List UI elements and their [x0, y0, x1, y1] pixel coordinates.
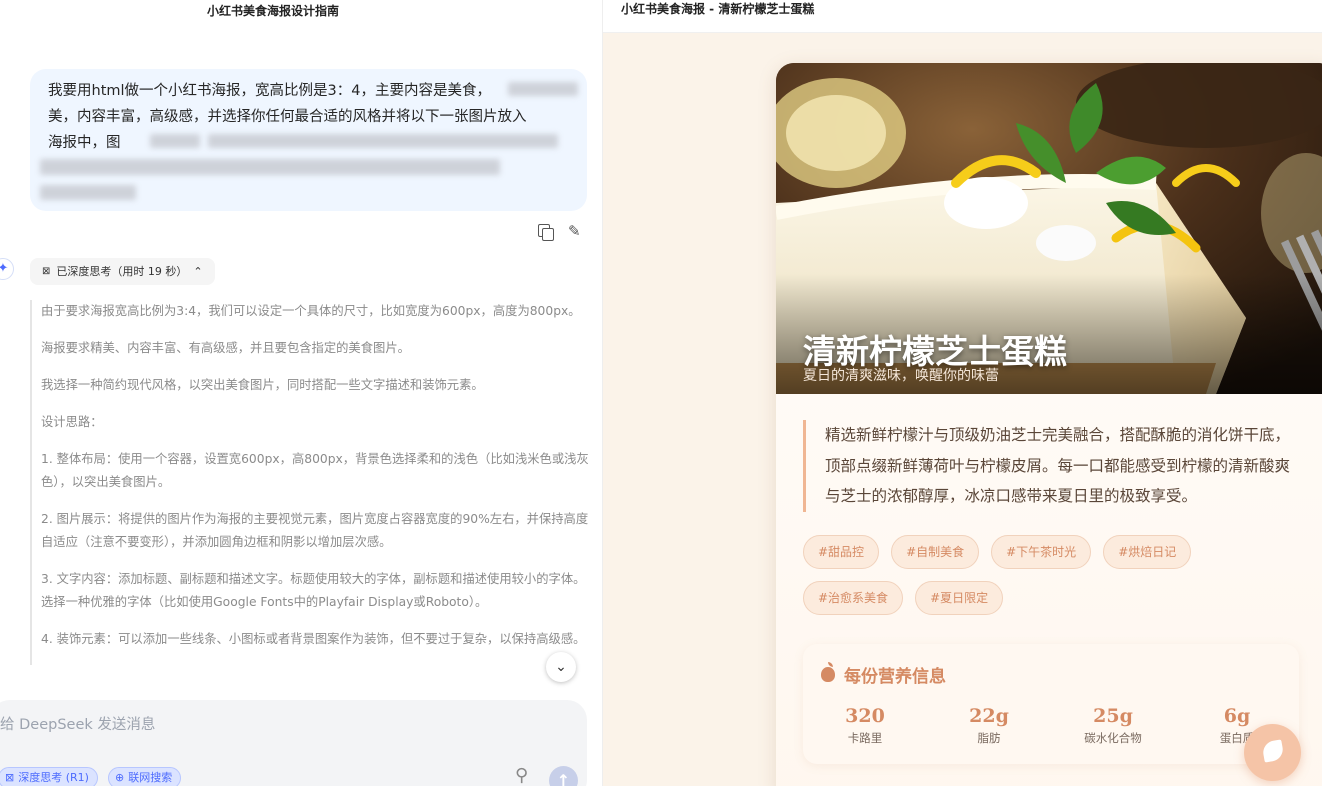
tag: #夏日限定 — [915, 581, 1004, 615]
nutrition-value: 25g — [1093, 705, 1133, 727]
preview-header: 小红书美食海报 - 清新柠檬芝士蛋糕 — [603, 0, 1322, 33]
message-actions: ✎ — [536, 222, 586, 241]
chat-title-text: 小红书美食海报设计指南 — [206, 4, 339, 18]
nutrition-stats: 320 卡路里 22g 脂肪 25g 碳水化合物 6g 蛋白质 — [803, 704, 1299, 748]
nutrition-title: 每份营养信息 — [821, 662, 946, 687]
tag: #甜品控 — [803, 535, 880, 569]
poster-description: 精选新鲜柠檬汁与顶级奶油芝士完美融合，搭配酥脆的消化饼干底，顶部点缀新鲜薄荷叶与… — [803, 420, 1303, 512]
tag: #治愈系美食 — [803, 581, 904, 615]
floating-action-button[interactable] — [1244, 724, 1301, 781]
poster-subtitle: 夏日的清爽滋味，唤醒你的味蕾 — [803, 368, 999, 384]
edit-icon[interactable]: ✎ — [568, 222, 586, 240]
nutrition-stat: 320 卡路里 — [803, 704, 927, 748]
deep-think-icon: ⊠ — [42, 266, 51, 277]
deep-think-label: 深度思考 (R1) — [18, 771, 89, 784]
nutrition-label: 脂肪 — [977, 731, 1001, 745]
chevron-up-icon: ⌃ — [193, 265, 203, 278]
tag: #自制美食 — [891, 535, 980, 569]
thinking-paragraph: 设计思路： — [41, 415, 103, 429]
thinking-content: 由于要求海报宽高比例为3:4，我们可以设定一个具体的尺寸，比如宽度为600px，… — [30, 300, 590, 665]
message-input[interactable]: 给 DeepSeek 发送消息 — [0, 713, 155, 734]
deep-think-icon: ⊠ — [5, 771, 15, 784]
paperclip-icon[interactable]: ⚲ — [515, 765, 528, 786]
apple-icon — [821, 662, 835, 682]
redaction-blur — [40, 159, 500, 175]
deepseek-avatar-icon: ✦ — [0, 258, 14, 280]
thinking-paragraph: 2. 图片展示：将提供的图片作为海报的主要视觉元素，图片宽度占容器宽度的90%左… — [41, 512, 589, 549]
thinking-label: 已深度思考（用时 19 秒） — [56, 265, 188, 278]
thinking-paragraph: 3. 文字内容：添加标题、副标题和描述文字。标题使用较大的字体，副标题和描述使用… — [41, 572, 586, 609]
tag: #烘焙日记 — [1103, 535, 1192, 569]
nutrition-card: 每份营养信息 320 卡路里 22g 脂肪 25g 碳水化合物 6g 蛋白质 — [803, 644, 1299, 764]
chat-title: 小红书美食海报设计指南 — [0, 0, 602, 24]
poster-hero-image: 清新柠檬芝士蛋糕 夏日的清爽滋味，唤醒你的味蕾 — [776, 63, 1322, 394]
tag: #下午茶时光 — [991, 535, 1092, 569]
thinking-paragraph: 海报要求精美、内容丰富、有高级感，并且要包含指定的美食图片。 — [41, 341, 410, 355]
scroll-down-button[interactable]: ⌄ — [546, 652, 576, 682]
nutrition-value: 22g — [969, 705, 1009, 727]
user-message: 我要用html做一个小红书海报，宽高比例是3：4，主要内容是美食， 美，内容丰富… — [30, 69, 587, 211]
nutrition-label: 卡路里 — [847, 731, 883, 745]
poster-card: 清新柠檬芝士蛋糕 夏日的清爽滋味，唤醒你的味蕾 精选新鲜柠檬汁与顶级奶油芝士完美… — [776, 63, 1322, 786]
web-search-label: 联网搜索 — [128, 771, 173, 784]
tag-list: #甜品控 #自制美食 #下午茶时光 #烘焙日记 #治愈系美食 #夏日限定 — [803, 535, 1263, 615]
nutrition-label: 碳水化合物 — [1084, 731, 1142, 745]
preview-pane: 小红书美食海报 - 清新柠檬芝士蛋糕 清新柠檬芝士蛋糕 夏日的清爽滋味，唤醒你的… — [602, 0, 1322, 786]
thinking-paragraph: 由于要求海报宽高比例为3:4，我们可以设定一个具体的尺寸，比如宽度为600px，… — [41, 304, 581, 318]
preview-title: 小红书美食海报 - 清新柠檬芝士蛋糕 — [621, 2, 815, 16]
user-message-line-1: 我要用html做一个小红书海报，宽高比例是3：4，主要内容是美食， — [48, 83, 491, 99]
globe-icon: ⊕ — [115, 771, 125, 784]
thinking-paragraph: 1. 整体布局：使用一个容器，设置宽600px，高800px，背景色选择柔和的浅… — [41, 452, 589, 489]
chevron-down-icon: ⌄ — [555, 659, 567, 675]
user-message-line-2: 美，内容丰富，高级感，并选择你任何最合适的风格并将以下一张图片放入 — [48, 109, 527, 125]
redaction-blur — [40, 185, 136, 200]
app-root: 小红书美食海报设计指南 我要用html做一个小红书海报，宽高比例是3：4，主要内… — [0, 0, 1322, 786]
nutrition-stat: 25g 碳水化合物 — [1051, 704, 1175, 748]
nutrition-stat: 22g 脂肪 — [927, 704, 1051, 748]
deep-think-toggle[interactable]: ⊠ 深度思考 (R1) — [0, 767, 98, 786]
nutrition-value: 320 — [845, 705, 885, 727]
thinking-toggle[interactable]: ⊠ 已深度思考（用时 19 秒） ⌃ — [30, 258, 215, 285]
thinking-paragraph: 我选择一种简约现代风格，以突出美食图片，同时搭配一些文字描述和装饰元素。 — [41, 378, 484, 392]
chat-pane: 小红书美食海报设计指南 我要用html做一个小红书海报，宽高比例是3：4，主要内… — [0, 0, 602, 786]
nutrition-title-text: 每份营养信息 — [844, 667, 946, 687]
user-message-line-3: 海报中，图 — [48, 135, 121, 151]
web-search-toggle[interactable]: ⊕ 联网搜索 — [108, 767, 182, 786]
copy-icon[interactable] — [536, 222, 554, 241]
thinking-paragraph: 4. 装饰元素：可以添加一些线条、小图标或者背景图案作为装饰，但不要过于复杂，以… — [41, 632, 586, 646]
